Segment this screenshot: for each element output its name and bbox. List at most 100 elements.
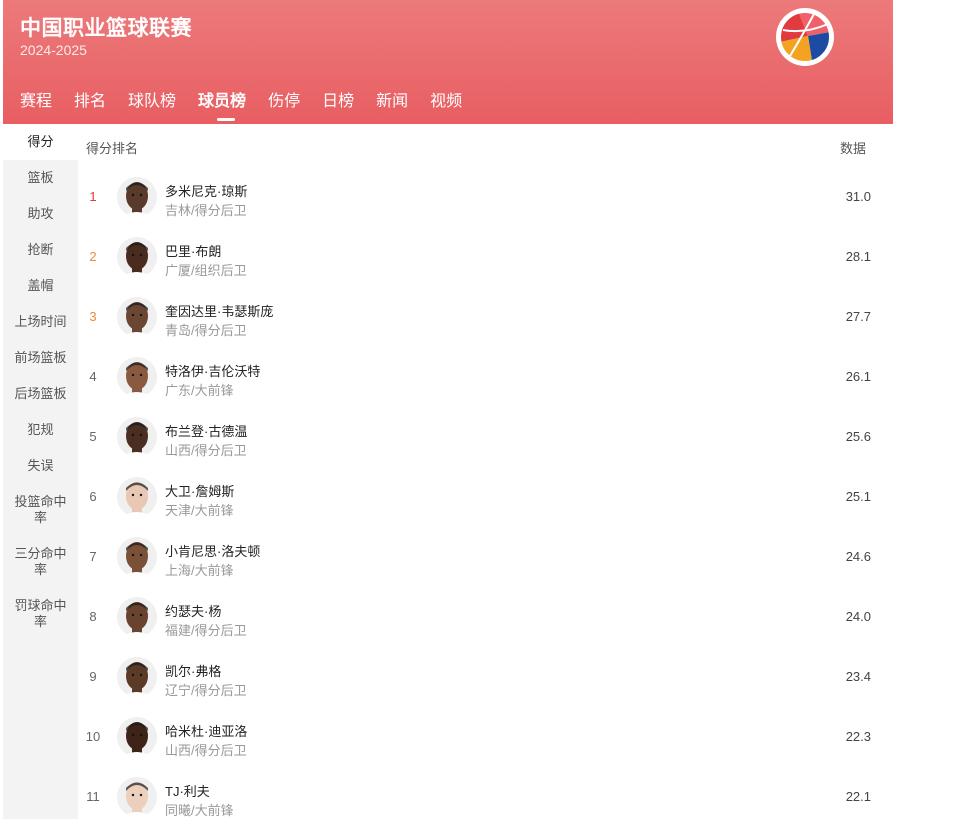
rank-number: 6 bbox=[89, 489, 97, 504]
stat-value: 24.0 bbox=[845, 609, 871, 624]
player-team-position: 山西/得分后卫 bbox=[165, 743, 247, 758]
stat-value: 28.1 bbox=[845, 249, 871, 264]
player-avatar bbox=[117, 537, 157, 577]
sidebar-item-label: 助攻 bbox=[27, 206, 54, 221]
nav-tab-6[interactable]: 新闻 bbox=[366, 82, 420, 124]
table-row[interactable]: 5 布兰登·古德温 山西/得分后卫 25.6 bbox=[78, 408, 893, 468]
table-row[interactable]: 9 凯尔·弗格 辽宁/得分后卫 23.4 bbox=[78, 648, 893, 708]
player-name: 凯尔·弗格 bbox=[165, 664, 222, 679]
player-name: 奎因达里·韦瑟斯庞 bbox=[165, 304, 274, 319]
player-avatar bbox=[117, 177, 157, 217]
sidebar-item-0[interactable]: 得分 bbox=[3, 124, 78, 160]
nav-tab-label: 球员榜 bbox=[198, 93, 247, 110]
stat-value: 25.1 bbox=[845, 489, 871, 504]
table-row[interactable]: 6 大卫·詹姆斯 天津/大前锋 25.1 bbox=[78, 468, 893, 528]
rank-column-header: 得分排名 bbox=[86, 141, 139, 156]
stat-value: 23.4 bbox=[845, 669, 871, 684]
nav-tab-label: 日榜 bbox=[322, 93, 355, 110]
sidebar-item-9[interactable]: 失误 bbox=[3, 448, 78, 484]
cba-logo-icon bbox=[774, 6, 836, 68]
player-name: 特洛伊·吉伦沃特 bbox=[165, 364, 261, 379]
player-list: 1 多米尼克·琼斯 吉林/得分后卫 31.0 2 巴里·布朗广厦/组织后卫 28.1 3 奎因达… bbox=[78, 168, 893, 819]
nav-tab-label: 新闻 bbox=[376, 93, 409, 110]
player-team-position: 广厦/组织后卫 bbox=[165, 263, 247, 278]
table-row[interactable]: 7 小肯尼思·洛夫顿 上海/大前锋 24.6 bbox=[78, 528, 893, 588]
table-row[interactable]: 4 特洛伊·吉伦沃特 广东/大前锋 26.1 bbox=[78, 348, 893, 408]
sidebar-item-12[interactable]: 罚球命中率 bbox=[3, 588, 78, 640]
nav-tab-7[interactable]: 视频 bbox=[420, 82, 474, 124]
season-label: 2024-2025 bbox=[20, 42, 87, 58]
nav-tab-2[interactable]: 球队榜 bbox=[118, 82, 188, 124]
sidebar-item-7[interactable]: 后场篮板 bbox=[3, 376, 78, 412]
stat-value: 22.1 bbox=[845, 789, 871, 804]
player-name: 多米尼克·琼斯 bbox=[165, 184, 248, 199]
app-window: 中国职业篮球联赛 2024-2025 赛程 排名 球队榜 球员榜 伤停 日榜 新闻 视频 得分… bbox=[3, 0, 893, 819]
player-name: 巴里·布朗 bbox=[165, 244, 222, 259]
sidebar-item-label: 得分 bbox=[27, 134, 54, 149]
player-name: 约瑟夫·杨 bbox=[165, 604, 222, 619]
nav-tab-5[interactable]: 日榜 bbox=[312, 82, 366, 124]
table-row[interactable]: 10 哈米杜·迪亚洛 山西/得分后卫 22.3 bbox=[78, 708, 893, 768]
nav-tab-4[interactable]: 伤停 bbox=[258, 82, 312, 124]
sidebar-item-10[interactable]: 投篮命中率 bbox=[3, 484, 78, 536]
nav-tab-3[interactable]: 球员榜 bbox=[188, 82, 258, 124]
sidebar-item-2[interactable]: 助攻 bbox=[3, 196, 78, 232]
rank-number: 7 bbox=[89, 549, 97, 564]
table-row[interactable]: 2 巴里·布朗广厦/组织后卫 28.1 bbox=[78, 228, 893, 288]
stat-value: 22.3 bbox=[845, 729, 871, 744]
sidebar-item-label: 投篮命中率 bbox=[14, 494, 67, 525]
sidebar-item-label: 抢断 bbox=[27, 242, 54, 257]
player-name: 小肯尼思·洛夫顿 bbox=[165, 544, 261, 559]
header-banner: 中国职业篮球联赛 2024-2025 赛程 排名 球队榜 球员榜 伤停 日榜 新闻 视频 bbox=[3, 0, 893, 124]
rank-number: 11 bbox=[86, 789, 100, 804]
stat-value: 27.7 bbox=[845, 309, 871, 324]
nav-tab-label: 视频 bbox=[430, 93, 463, 110]
sidebar-item-11[interactable]: 三分命中率 bbox=[3, 536, 78, 588]
nav-tab-label: 球队榜 bbox=[128, 93, 177, 110]
player-team-position: 青岛/得分后卫 bbox=[165, 323, 247, 338]
player-avatar bbox=[117, 237, 157, 277]
sidebar-item-4[interactable]: 盖帽 bbox=[3, 268, 78, 304]
sidebar-item-label: 前场篮板 bbox=[14, 350, 67, 365]
table-row[interactable]: 3 奎因达里·韦瑟斯庞 青岛/得分后卫 27.7 bbox=[78, 288, 893, 348]
player-name: TJ·利夫 bbox=[165, 784, 210, 799]
player-avatar bbox=[117, 357, 157, 397]
sidebar-item-8[interactable]: 犯规 bbox=[3, 412, 78, 448]
sidebar-item-3[interactable]: 抢断 bbox=[3, 232, 78, 268]
rank-number: 10 bbox=[85, 729, 101, 744]
table-row[interactable]: 11 TJ·利夫 同曦/大前锋 22.1 bbox=[78, 768, 893, 819]
sidebar-item-1[interactable]: 篮板 bbox=[3, 160, 78, 196]
nav-tab-1[interactable]: 排名 bbox=[64, 82, 118, 124]
player-name: 大卫·詹姆斯 bbox=[165, 484, 235, 499]
sidebar-item-6[interactable]: 前场篮板 bbox=[3, 340, 78, 376]
sidebar-item-label: 罚球命中率 bbox=[14, 598, 67, 629]
rank-number: 9 bbox=[89, 669, 97, 684]
player-team-position: 天津/大前锋 bbox=[165, 503, 234, 518]
table-row[interactable]: 8 约瑟夫·杨 福建/得分后卫 24.0 bbox=[78, 588, 893, 648]
player-team-position: 广东/大前锋 bbox=[165, 383, 234, 398]
stat-value: 26.1 bbox=[845, 369, 871, 384]
player-team-position: 吉林/得分后卫 bbox=[165, 203, 247, 218]
sidebar-item-5[interactable]: 上场时间 bbox=[3, 304, 78, 340]
rank-number: 1 bbox=[89, 189, 97, 204]
table-row[interactable]: 1 多米尼克·琼斯 吉林/得分后卫 31.0 bbox=[78, 168, 893, 228]
sidebar-item-label: 犯规 bbox=[27, 422, 54, 437]
table-header: 得分排名 数据 bbox=[78, 124, 893, 168]
rank-number: 8 bbox=[89, 609, 97, 624]
league-title: 中国职业篮球联赛 bbox=[20, 17, 192, 40]
nav-tab-0[interactable]: 赛程 bbox=[3, 82, 64, 124]
nav-tab-label: 赛程 bbox=[20, 93, 53, 110]
stat-value: 25.6 bbox=[845, 429, 871, 444]
rank-number: 4 bbox=[89, 369, 97, 384]
player-name: 布兰登·古德温 bbox=[165, 424, 248, 439]
sidebar-item-label: 盖帽 bbox=[27, 278, 54, 293]
nav-tab-label: 排名 bbox=[74, 93, 107, 110]
player-team-position: 上海/大前锋 bbox=[165, 563, 234, 578]
stat-category-sidebar: 得分篮板助攻抢断盖帽上场时间前场篮板后场篮板犯规失误投篮命中率三分命中率罚球命中… bbox=[3, 124, 78, 819]
data-column-header: 数据 bbox=[839, 141, 866, 156]
rank-number: 2 bbox=[89, 249, 97, 264]
stat-value: 31.0 bbox=[845, 189, 871, 204]
player-avatar bbox=[117, 297, 157, 337]
sidebar-item-label: 失误 bbox=[27, 458, 54, 473]
rank-number: 3 bbox=[89, 309, 97, 324]
